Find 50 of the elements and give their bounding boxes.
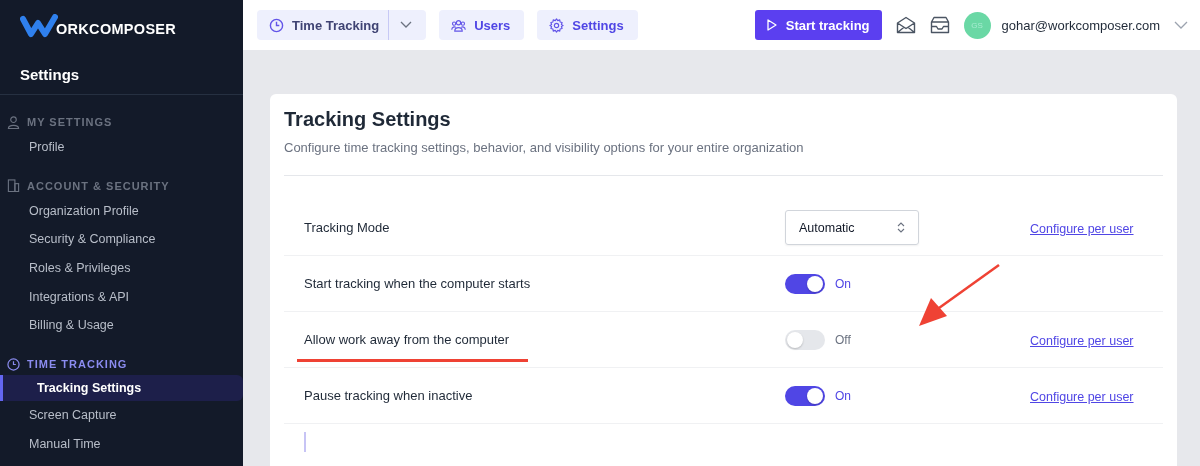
toggle-switch[interactable]	[785, 273, 825, 294]
sidebar-item[interactable]: Security & Compliance	[0, 225, 243, 255]
configure-link[interactable]: Configure per user	[1030, 333, 1134, 348]
envelope-icon[interactable]	[895, 16, 916, 34]
settings-icon	[549, 17, 565, 33]
start-tracking-button[interactable]: Start tracking	[754, 10, 882, 40]
nav-label: Time Tracking	[292, 17, 380, 33]
logo-text: ORKCOMPOSER	[56, 21, 177, 37]
card-title: Tracking Settings	[284, 107, 452, 132]
nav-button[interactable]: Time Tracking	[257, 10, 427, 40]
tracking-mode-select[interactable]: Automatic	[785, 210, 919, 245]
section-heading: TIME TRACKING	[27, 358, 128, 371]
user-icon	[7, 115, 20, 129]
sidebar-item[interactable]: Screen Capture	[0, 401, 243, 430]
nav-button[interactable]: Settings	[537, 10, 638, 40]
configure-link[interactable]: Configure per user	[1030, 221, 1134, 236]
toggle-state: Off	[835, 332, 851, 347]
users-icon	[451, 17, 467, 33]
sidebar-item[interactable]: Roles & Privileges	[0, 254, 243, 283]
setting-label: Start tracking when the computer starts	[304, 276, 531, 291]
user-email[interactable]: gohar@workcomposer.com	[1001, 17, 1160, 33]
sidebar-item[interactable]: Tracking Settings	[0, 375, 243, 402]
sort-icon	[897, 222, 905, 233]
setting-label: Allow work away from the computer	[304, 332, 510, 347]
building-icon	[7, 179, 20, 193]
sidebar-item[interactable]: Integrations & API	[0, 282, 243, 312]
sidebar-item[interactable]: Profile	[0, 133, 243, 162]
nav-button[interactable]: Users	[439, 10, 525, 40]
setting-label: Pause tracking when inactive	[304, 388, 473, 403]
toggle-state: On	[835, 276, 851, 291]
setting-label: Tracking Mode	[304, 220, 390, 235]
inbox-icon[interactable]	[929, 16, 950, 34]
section-heading: ACCOUNT & SECURITY	[27, 179, 170, 192]
play-icon	[766, 19, 777, 31]
sidebar-item[interactable]: Organization Profile	[0, 196, 243, 226]
clock-icon	[7, 357, 20, 371]
sidebar-item[interactable]: Billing & Usage	[0, 311, 243, 341]
toggle-switch[interactable]	[785, 385, 825, 406]
sidebar-item[interactable]: Manual Time	[0, 429, 243, 459]
nav-label: Users	[474, 17, 511, 33]
section-heading: MY SETTINGS	[27, 116, 113, 128]
toggle-state: On	[835, 388, 851, 403]
clock-icon	[269, 17, 284, 33]
logo-icon	[20, 14, 58, 38]
chevron-down-icon	[400, 21, 413, 29]
nav-label: Settings	[572, 17, 624, 33]
card-description: Configure time tracking settings, behavior, and visibility options for your entire organization	[284, 140, 1163, 176]
text-cursor	[304, 432, 306, 452]
configure-link[interactable]: Configure per user	[1030, 389, 1134, 404]
toggle-switch[interactable]	[785, 329, 825, 350]
